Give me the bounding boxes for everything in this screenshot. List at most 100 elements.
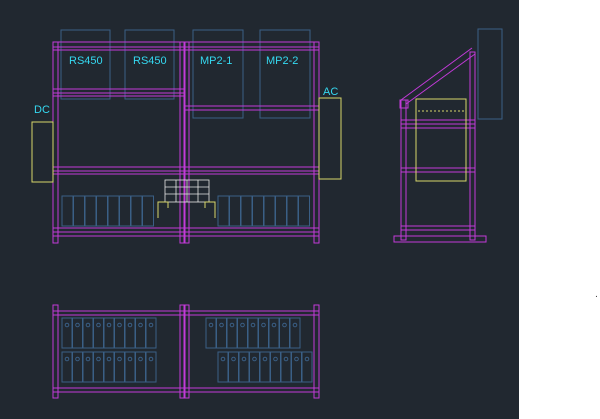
battery-cell (61, 351, 73, 383)
cell-terminal (117, 356, 122, 362)
battery-cell (93, 317, 104, 349)
label-ac: AC (323, 86, 338, 98)
cell-terminal (75, 356, 80, 362)
battery-cell (226, 317, 238, 349)
front-view: RS450 RS450 MP2-1 MP2-2 DC AC (31, 29, 342, 244)
battery-cell (135, 317, 146, 349)
label-mp2-2: MP2-2 (266, 55, 298, 67)
cell-terminal (138, 356, 143, 362)
label-dc: DC (34, 104, 50, 116)
cell-terminal (117, 322, 122, 328)
battery-cell (145, 351, 157, 383)
battery-cell (229, 195, 241, 227)
cell-terminal (208, 322, 214, 328)
battery-cell (82, 317, 94, 349)
cell-terminal (96, 356, 101, 362)
battery-cell (114, 317, 125, 349)
battery-cell (238, 351, 250, 383)
center-connector (164, 179, 210, 203)
cell-terminal (282, 322, 287, 328)
top-view (52, 304, 320, 399)
battery-cell (114, 351, 125, 383)
cell-terminal (241, 356, 247, 362)
cell-terminal (96, 322, 101, 328)
battery-cell (228, 351, 239, 383)
battery-cell (107, 195, 120, 227)
side-frame (393, 47, 487, 243)
battery-cell (268, 317, 280, 349)
battery-cell (237, 317, 248, 349)
battery-cell (298, 195, 310, 227)
cell-terminal (127, 356, 133, 362)
battery-cell (130, 195, 143, 227)
cell-terminal (231, 356, 236, 362)
battery-cell (275, 195, 287, 227)
battery-cell (145, 317, 157, 349)
cell-terminal (219, 322, 224, 328)
label-rs450-a: RS450 (69, 55, 103, 67)
cell-terminal (85, 356, 91, 362)
cell-terminal (64, 322, 70, 328)
battery-cell (124, 351, 136, 383)
battery-cell (217, 195, 230, 227)
dc-box (31, 121, 54, 183)
battery-cell (291, 351, 302, 383)
battery-cell (270, 351, 281, 383)
battery-cell (61, 317, 73, 349)
battery-cell (247, 317, 259, 349)
battery-cell (289, 317, 301, 349)
battery-cell (142, 195, 154, 227)
mp2-1-device (192, 29, 244, 119)
battery-cell (240, 195, 253, 227)
mp2-2-device (259, 29, 311, 119)
label-mp2-1: MP2-1 (200, 55, 232, 67)
battery-cell (103, 351, 115, 383)
cell-terminal (220, 356, 226, 362)
cell-terminal (304, 356, 310, 362)
top-battery-cells (61, 317, 313, 383)
cell-terminal (85, 322, 91, 328)
battery-cell (72, 351, 83, 383)
cell-terminal (292, 322, 298, 328)
label-rs450-b: RS450 (133, 55, 167, 67)
battery-cell (263, 195, 276, 227)
cell-terminal (294, 356, 299, 362)
battery-cell (279, 317, 290, 349)
cell-terminal (229, 322, 235, 328)
cell-terminal (283, 356, 289, 362)
cell-terminal (64, 356, 70, 362)
battery-cell (258, 317, 269, 349)
cad-drawing-area[interactable]: RS450 RS450 MP2-1 MP2-2 DC AC (0, 0, 519, 419)
battery-cell (286, 195, 299, 227)
battery-cell (119, 195, 131, 227)
battery-cell (124, 317, 136, 349)
side-dashed-box (415, 98, 467, 112)
battery-cell (61, 195, 74, 227)
battery-cell (280, 351, 292, 383)
battery-cell (72, 317, 83, 349)
cell-terminal (138, 322, 143, 328)
battery-cell (73, 195, 85, 227)
front-frame (52, 41, 320, 244)
cad-drawing: RS450 RS450 MP2-1 MP2-2 DC AC (31, 28, 503, 399)
battery-cell (96, 195, 108, 227)
panel-tick: . (595, 290, 598, 300)
battery-cell (217, 351, 229, 383)
cell-terminal (148, 322, 154, 328)
side-device-box (477, 28, 503, 120)
terminals (157, 201, 216, 218)
side-view (393, 28, 503, 243)
battery-cell (252, 195, 264, 227)
battery-cell (205, 317, 217, 349)
battery-cell (249, 351, 260, 383)
battery-cell (82, 351, 94, 383)
front-battery-cells (61, 195, 310, 227)
cell-terminal (75, 322, 80, 328)
cell-terminal (252, 356, 257, 362)
cell-terminal (240, 322, 245, 328)
battery-cell (84, 195, 97, 227)
battery-cell (259, 351, 271, 383)
ac-box (318, 97, 342, 180)
side-panel: . (519, 0, 600, 419)
cell-terminal (271, 322, 277, 328)
